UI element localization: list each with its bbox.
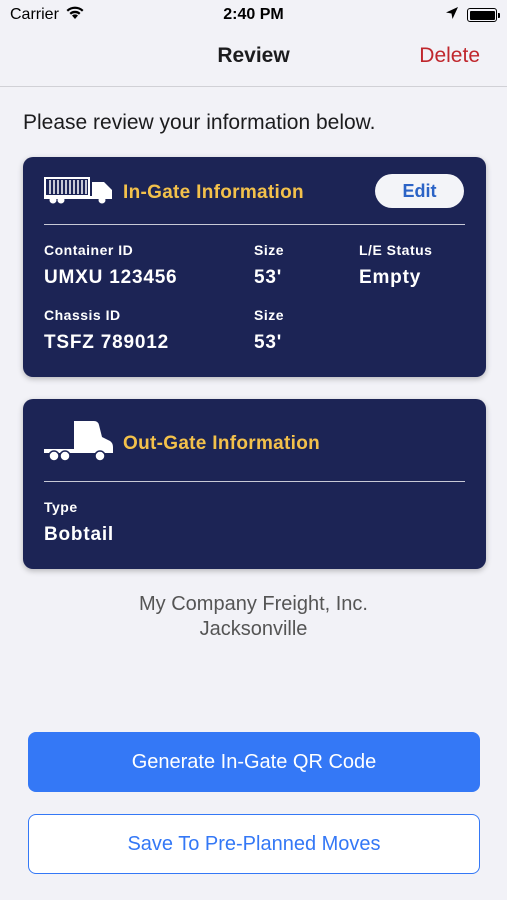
status-bar: Carrier 2:40 PM xyxy=(0,0,507,30)
generate-qr-button[interactable]: Generate In-Gate QR Code xyxy=(28,732,480,792)
delete-button[interactable]: Delete xyxy=(419,44,480,68)
container-id-field: Container ID UMXU 123456 xyxy=(44,242,177,289)
type-value: Bobtail xyxy=(44,524,114,545)
chassis-id-field: Chassis ID TSFZ 789012 xyxy=(44,307,169,354)
container-truck-icon xyxy=(44,176,114,209)
container-size-label: Size xyxy=(254,242,285,258)
chassis-id-value: TSFZ 789012 xyxy=(44,332,169,353)
type-field: Type Bobtail xyxy=(44,499,114,546)
chassis-size-label: Size xyxy=(254,307,285,323)
le-status-label: L/E Status xyxy=(359,242,433,258)
container-id-value: UMXU 123456 xyxy=(44,267,178,288)
company-info: My Company Freight, Inc. Jacksonville xyxy=(0,592,507,642)
edit-button[interactable]: Edit xyxy=(375,174,464,208)
carrier-label: Carrier xyxy=(10,6,59,23)
status-right xyxy=(445,6,500,25)
container-size-value: 53' xyxy=(254,267,283,288)
container-size-field: Size 53' xyxy=(254,242,284,289)
chassis-id-label: Chassis ID xyxy=(44,307,121,323)
battery-icon xyxy=(467,8,500,22)
le-status-value: Empty xyxy=(359,267,422,288)
chassis-size-value: 53' xyxy=(254,332,283,353)
in-gate-card: In-Gate Information Edit Container ID UM… xyxy=(23,157,486,377)
chassis-size-field: Size 53' xyxy=(254,307,284,354)
navigation-bar: Review Delete xyxy=(0,30,507,87)
in-gate-title: In-Gate Information xyxy=(123,181,304,203)
intro-text: Please review your information below. xyxy=(23,111,376,134)
out-gate-header: Out-Gate Information xyxy=(44,419,465,468)
location-icon xyxy=(445,6,459,25)
bobtail-truck-icon xyxy=(44,419,114,468)
save-pre-planned-button[interactable]: Save To Pre-Planned Moves xyxy=(28,814,480,874)
status-left: Carrier xyxy=(10,5,85,25)
out-gate-divider xyxy=(44,481,465,482)
company-name: My Company Freight, Inc. xyxy=(139,593,368,615)
wifi-icon xyxy=(65,5,85,25)
company-location: Jacksonville xyxy=(199,618,308,640)
le-status-field: L/E Status Empty xyxy=(359,242,432,289)
type-label: Type xyxy=(44,499,78,515)
container-id-label: Container ID xyxy=(44,242,134,258)
in-gate-divider xyxy=(44,224,465,225)
out-gate-title: Out-Gate Information xyxy=(123,432,321,454)
out-gate-card: Out-Gate Information Type Bobtail xyxy=(23,399,486,569)
